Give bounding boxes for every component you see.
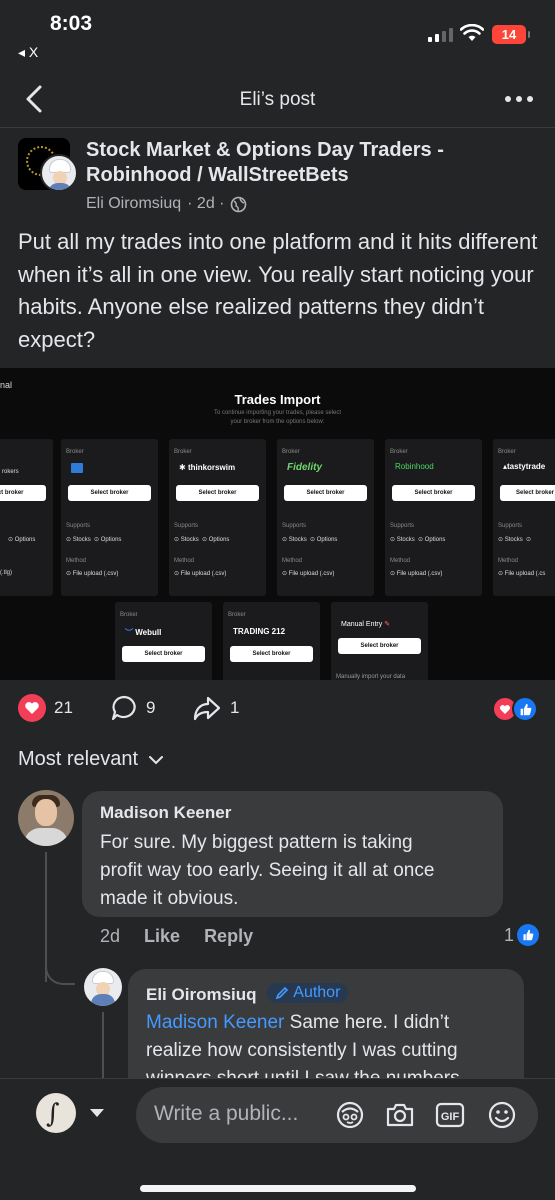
post-meta: Eli Oiromsiuq · 2d · bbox=[86, 195, 247, 213]
comment-bubble[interactable]: Madison Keener For sure. My biggest patt… bbox=[82, 791, 503, 917]
current-user-avatar[interactable]: ∫ bbox=[36, 1093, 76, 1133]
author-badge: Author bbox=[267, 983, 349, 1003]
comment-like-button[interactable]: Like bbox=[144, 926, 180, 947]
comment-input-placeholder: Write a public... bbox=[154, 1102, 299, 1125]
chevron-down-icon[interactable] bbox=[90, 1109, 104, 1117]
status-time: 8:03 bbox=[50, 12, 93, 35]
comment-reply-button[interactable]: Reply bbox=[204, 926, 253, 947]
svg-text:GIF: GIF bbox=[441, 1111, 460, 1123]
post-image[interactable]: nal Trades Import To continue importing … bbox=[0, 368, 555, 680]
camera-icon[interactable] bbox=[384, 1099, 416, 1131]
comment-input[interactable]: Write a public... GIF bbox=[136, 1087, 538, 1143]
avatar-sticker-icon[interactable] bbox=[334, 1099, 366, 1131]
image-title: Trades Import bbox=[234, 392, 321, 407]
broker-card: Broker ✱ thinkorswim Select broker Suppo… bbox=[169, 439, 266, 596]
comment-time: 2d bbox=[100, 926, 121, 946]
broker-card: Broker Robinhood Select broker Supports … bbox=[385, 439, 482, 596]
like-count: 21 bbox=[54, 698, 73, 717]
reaction-summary[interactable] bbox=[492, 696, 538, 724]
share-icon bbox=[193, 696, 221, 721]
group-name-link[interactable]: Stock Market & Options Day Traders - Rob… bbox=[86, 138, 444, 188]
emoji-icon[interactable] bbox=[486, 1099, 518, 1131]
broker-card: Broker TRADING 212 Select broker bbox=[223, 602, 320, 680]
thread-line bbox=[102, 1012, 104, 1082]
comment-composer-bar: ∫ Write a public... GIF bbox=[0, 1078, 555, 1200]
more-options-icon[interactable] bbox=[505, 96, 533, 102]
commenter-avatar[interactable] bbox=[18, 790, 74, 846]
thumbs-up-icon bbox=[517, 924, 540, 946]
page-title: Eli’s post bbox=[239, 89, 316, 110]
comment-button[interactable]: 9 bbox=[110, 694, 155, 722]
image-subtitle: To continue importing your trades, pleas… bbox=[213, 410, 342, 425]
commenter-name[interactable]: Madison Keener bbox=[100, 803, 231, 823]
share-button[interactable]: 1 bbox=[192, 694, 239, 722]
chevron-down-icon bbox=[149, 755, 164, 764]
broker-card: Broker Fidelity Select broker Supports ⊙… bbox=[277, 439, 374, 596]
broker-card: Broker Select broker Supports ⊙ Stocks ⊙… bbox=[61, 439, 158, 596]
comment-count: 9 bbox=[146, 698, 156, 717]
comment-sort-dropdown[interactable]: Most relevant bbox=[18, 748, 164, 771]
share-count: 1 bbox=[230, 698, 240, 717]
comment-like-count[interactable]: 1 bbox=[504, 924, 540, 946]
thumbs-up-icon bbox=[512, 696, 538, 722]
manual-entry-card: Manual Entry ✎ Select broker Manually im… bbox=[331, 602, 428, 680]
reaction-bar: 21 9 1 bbox=[18, 694, 538, 728]
cellular-signal-icon bbox=[428, 26, 453, 42]
reply-author-name[interactable]: Eli Oiromsiuq Author bbox=[146, 983, 349, 1005]
post-text: Put all my trades into one platform and … bbox=[18, 229, 538, 352]
home-indicator bbox=[140, 1185, 416, 1192]
mention-link[interactable]: Madison Keener bbox=[146, 1012, 284, 1033]
reply-author-avatar[interactable] bbox=[84, 968, 122, 1006]
post-author[interactable]: Eli Oiromsiuq bbox=[86, 195, 181, 213]
broker-card: Broker ▴tastytrade Select broker Support… bbox=[493, 439, 555, 596]
broker-card: Broker rokers Select broker Supports ⊙ O… bbox=[0, 439, 53, 596]
status-bar: 8:03 ◂ X 14 bbox=[0, 0, 555, 70]
globe-icon bbox=[231, 196, 247, 212]
back-to-app-link[interactable]: ◂ X bbox=[18, 44, 38, 61]
broker-card: Broker ︶ Webull Select broker bbox=[115, 602, 212, 680]
heart-icon bbox=[18, 694, 46, 722]
battery-icon: 14 bbox=[492, 25, 530, 44]
comment-icon bbox=[111, 695, 136, 721]
like-button[interactable]: 21 bbox=[18, 694, 73, 722]
comment-text: For sure. My biggest pattern is taking p… bbox=[100, 832, 435, 909]
wifi-icon bbox=[460, 24, 484, 41]
gif-icon[interactable]: GIF bbox=[434, 1099, 466, 1131]
pencil-icon bbox=[276, 986, 289, 1000]
post-time: · 2d · bbox=[187, 195, 225, 212]
author-avatar[interactable] bbox=[40, 154, 78, 192]
post-header: Stock Market & Options Day Traders - Rob… bbox=[18, 138, 538, 218]
top-nav: Eli’s post bbox=[0, 72, 555, 128]
thread-connector bbox=[45, 945, 75, 985]
comment-actions: 2d Like Reply bbox=[100, 926, 253, 947]
